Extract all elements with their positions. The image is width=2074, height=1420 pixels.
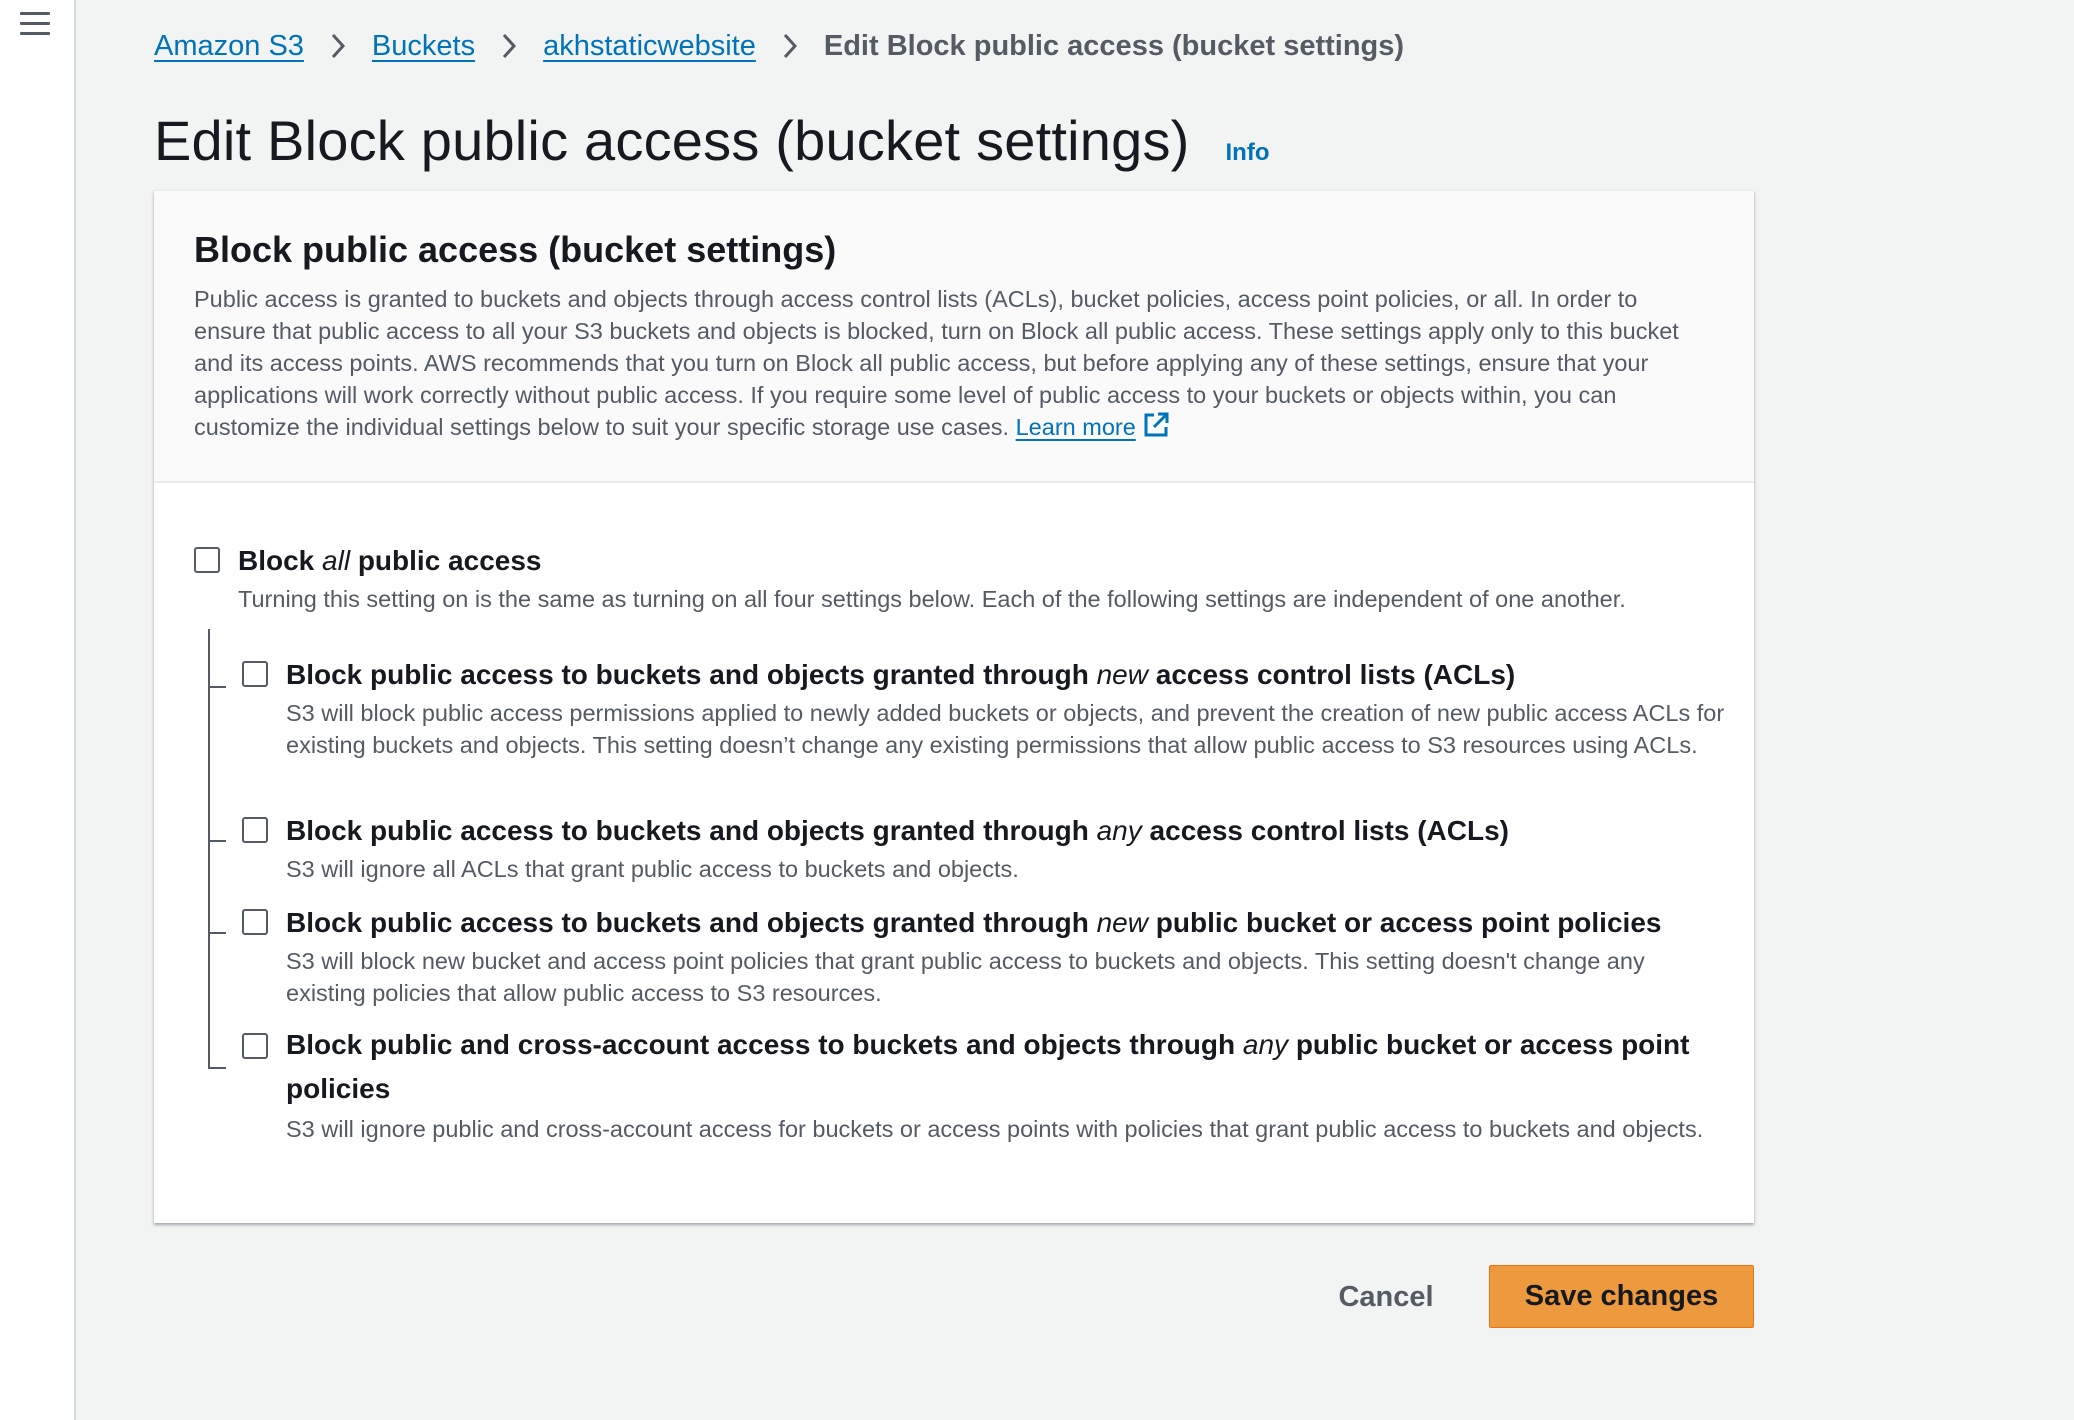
info-link[interactable]: Info — [1226, 139, 1270, 167]
breadcrumb: Amazon S3 Buckets akhstaticwebsite Edit … — [154, 26, 1404, 66]
option-label-suffix: public bucket or access point policies — [1147, 907, 1662, 938]
breadcrumb-bucket-name[interactable]: akhstaticwebsite — [543, 30, 756, 63]
block-new-acls-checkbox[interactable] — [242, 661, 268, 687]
block-new-acls-description: S3 will block public access permissions … — [286, 700, 1725, 758]
cancel-button[interactable]: Cancel — [1316, 1266, 1456, 1328]
panel-header: Block public access (bucket settings) Pu… — [154, 191, 1754, 483]
tree-connector — [208, 686, 226, 688]
breadcrumb-current: Edit Block public access (bucket setting… — [823, 29, 1405, 62]
block-cross-account-description: S3 will ignore public and cross-account … — [286, 1116, 1704, 1142]
option-label-prefix: Block public access to buckets and objec… — [286, 659, 1097, 690]
option-label-suffix: public access — [350, 545, 542, 576]
option-label-prefix: Block public access to buckets and objec… — [286, 815, 1097, 846]
learn-more-link[interactable]: Learn more — [1016, 414, 1136, 440]
option-label-emphasis: all — [322, 545, 351, 576]
tree-connector-vertical — [208, 629, 210, 1069]
panel-description-text: Public access is granted to buckets and … — [194, 286, 1679, 440]
option-label-suffix: access control lists (ACLs) — [1147, 659, 1516, 690]
chevron-right-icon — [491, 32, 527, 60]
option-label-emphasis: new — [1096, 907, 1148, 938]
block-all-public-access-checkbox[interactable] — [194, 547, 220, 573]
save-changes-button[interactable]: Save changes — [1489, 1265, 1754, 1328]
option-label-emphasis: any — [1242, 1029, 1289, 1060]
block-cross-account-label: Block public and cross-account access to… — [286, 1023, 1706, 1111]
page-header: Edit Block public access (bucket setting… — [154, 108, 1270, 173]
block-any-acls-checkbox[interactable] — [242, 817, 268, 843]
tree-connector — [208, 1067, 226, 1069]
hamburger-menu-icon[interactable] — [20, 12, 50, 38]
external-link-icon[interactable] — [1142, 411, 1170, 447]
option-label-prefix: Block public access to buckets and objec… — [286, 907, 1097, 938]
panel-description: Public access is granted to buckets and … — [194, 283, 1714, 447]
block-public-access-panel: Block public access (bucket settings) Pu… — [154, 190, 1754, 1223]
option-label-prefix: Block — [238, 545, 323, 576]
option-label-emphasis: any — [1096, 815, 1142, 846]
chevron-right-icon — [772, 32, 808, 60]
breadcrumb-amazon-s3[interactable]: Amazon S3 — [154, 30, 304, 63]
block-any-acls-description: S3 will ignore all ACLs that grant publi… — [286, 856, 1019, 882]
breadcrumb-buckets[interactable]: Buckets — [372, 30, 475, 63]
block-new-policies-description: S3 will block new bucket and access poin… — [286, 948, 1645, 1006]
block-all-public-access-label: Block all public access — [238, 545, 541, 577]
tree-connector — [208, 932, 226, 934]
block-any-acls-label: Block public access to buckets and objec… — [286, 815, 1509, 847]
option-label-emphasis: new — [1096, 659, 1148, 690]
chevron-right-icon — [320, 32, 356, 60]
block-all-public-access-description: Turning this setting on is the same as t… — [238, 586, 1626, 612]
side-navigation — [0, 0, 76, 1420]
tree-connector — [208, 840, 226, 842]
panel-title: Block public access (bucket settings) — [194, 229, 837, 270]
block-new-policies-label: Block public access to buckets and objec… — [286, 907, 1661, 939]
page-title: Edit Block public access (bucket setting… — [154, 109, 1190, 172]
option-label-suffix: access control lists (ACLs) — [1141, 815, 1509, 846]
block-new-acls-label: Block public access to buckets and objec… — [286, 659, 1515, 691]
block-cross-account-checkbox[interactable] — [242, 1033, 268, 1059]
block-new-policies-checkbox[interactable] — [242, 909, 268, 935]
option-label-prefix: Block public and cross-account access to… — [286, 1029, 1243, 1060]
